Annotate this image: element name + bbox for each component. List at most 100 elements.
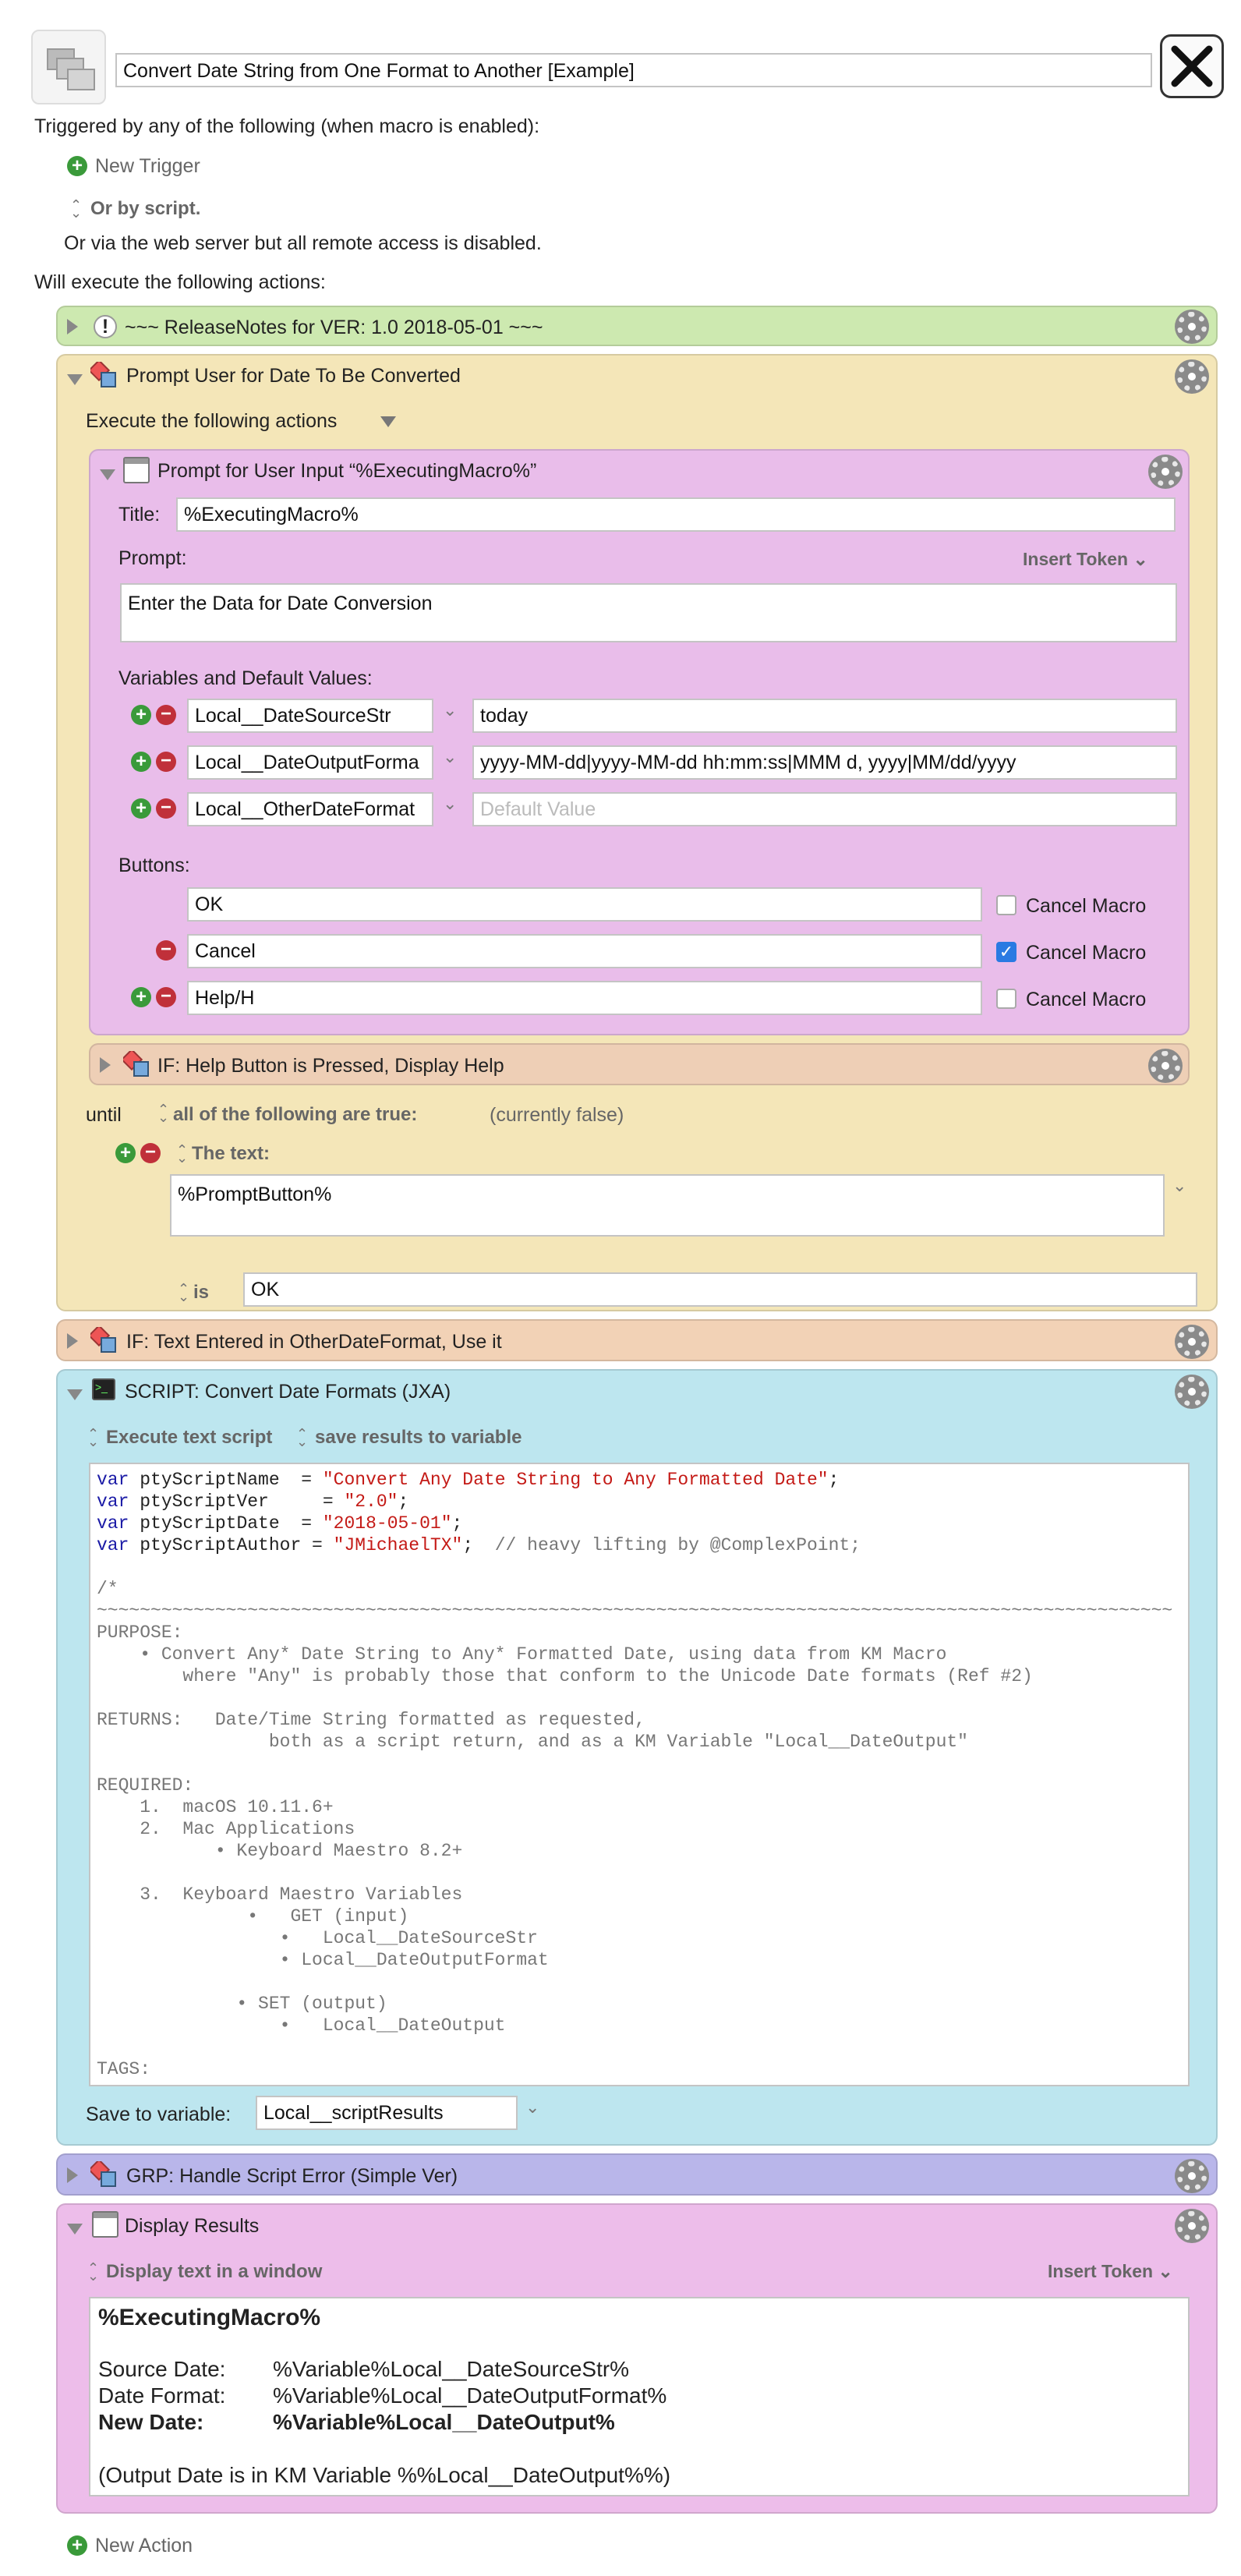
condition-status: (currently false) bbox=[490, 1104, 624, 1126]
expand-triangle-icon[interactable] bbox=[67, 1333, 78, 1349]
chevron-down-icon[interactable]: ⌄ bbox=[443, 794, 457, 814]
add-variable-plus-icon[interactable]: + bbox=[131, 705, 151, 725]
insert-token-button[interactable]: Insert Token ⌄ bbox=[1048, 2261, 1173, 2282]
remove-variable-minus-icon[interactable]: − bbox=[156, 705, 176, 725]
condition-popup[interactable]: all of the following are true: bbox=[173, 1104, 417, 1126]
add-button-plus-icon[interactable]: + bbox=[131, 987, 151, 1007]
code-token: • Local__DateSourceStr bbox=[97, 1928, 538, 1948]
gear-icon[interactable] bbox=[1177, 362, 1207, 391]
code-token: // heavy lifting by @ComplexPoint; bbox=[494, 1535, 861, 1555]
variable-name-input[interactable]: Local__DateOutputForma bbox=[187, 745, 433, 780]
prompt-label: Prompt: bbox=[118, 547, 187, 569]
cancel-macro-checkbox[interactable]: ✓ bbox=[996, 942, 1016, 962]
prompt-textarea[interactable]: Enter the Data for Date Conversion bbox=[120, 583, 1177, 642]
display-results-action[interactable]: Display Results ⌃ ⌄ Display text in a win… bbox=[56, 2203, 1218, 2514]
save-mode-updown-icon[interactable]: ⌃ ⌄ bbox=[296, 1427, 308, 1449]
remove-button-minus-icon[interactable]: − bbox=[156, 987, 176, 1007]
button-name-input[interactable]: OK bbox=[187, 887, 982, 922]
new-action-plus-icon[interactable]: + bbox=[67, 2535, 87, 2556]
close-icon bbox=[1171, 45, 1213, 87]
insert-token-label: Insert Token bbox=[1023, 549, 1129, 569]
gear-icon[interactable] bbox=[1177, 1327, 1207, 1357]
variable-name-input[interactable]: Local__DateSourceStr bbox=[187, 699, 433, 733]
gear-icon[interactable] bbox=[1177, 312, 1207, 341]
display-row-value: %Variable%Local__DateOutputFormat% bbox=[273, 2383, 667, 2408]
execute-text-script-popup[interactable]: Execute text script bbox=[106, 1427, 272, 1449]
gear-icon[interactable] bbox=[1151, 1051, 1180, 1081]
chevron-down-icon[interactable]: ⌄ bbox=[443, 747, 457, 767]
close-button[interactable] bbox=[1160, 34, 1224, 98]
cancel-macro-checkbox[interactable] bbox=[996, 989, 1016, 1009]
the-text-popup[interactable]: The text: bbox=[192, 1143, 270, 1165]
insert-token-button[interactable]: Insert Token ⌄ bbox=[1023, 549, 1148, 570]
display-mode-popup[interactable]: Display text in a window bbox=[106, 2261, 322, 2283]
save-variable-input[interactable]: Local__scriptResults bbox=[256, 2096, 518, 2130]
cancel-macro-label: Cancel Macro bbox=[1026, 895, 1147, 917]
code-token: ; bbox=[462, 1535, 495, 1555]
grp-label: GRP: Handle Script Error (Simple Ver) bbox=[126, 2165, 458, 2187]
chevron-down-icon[interactable]: ⌄ bbox=[443, 700, 457, 720]
script-editor[interactable]: var ptyScriptName = "Convert Any Date St… bbox=[89, 1463, 1190, 2086]
button-name-input[interactable]: Cancel bbox=[187, 934, 982, 968]
new-trigger-button[interactable]: New Trigger bbox=[95, 155, 200, 178]
display-note: (Output Date is in KM Variable %%Local__… bbox=[98, 2463, 671, 2487]
the-text-updown-icon[interactable]: ⌃ ⌄ bbox=[176, 1143, 188, 1165]
collapse-triangle-icon[interactable] bbox=[67, 1389, 83, 1400]
add-variable-plus-icon[interactable]: + bbox=[131, 798, 151, 819]
is-updown-icon[interactable]: ⌃ ⌄ bbox=[178, 1282, 189, 1304]
variable-name-input[interactable]: Local__OtherDateFormat bbox=[187, 792, 433, 826]
remove-condition-minus-icon[interactable]: − bbox=[140, 1143, 161, 1163]
if-other-action[interactable]: IF: Text Entered in OtherDateFormat, Use… bbox=[56, 1319, 1218, 1361]
macro-title-input[interactable]: Convert Date String from One Format to A… bbox=[115, 53, 1152, 87]
grp-action[interactable]: GRP: Handle Script Error (Simple Ver) bbox=[56, 2153, 1218, 2196]
if-help-action[interactable]: IF: Help Button is Pressed, Display Help bbox=[89, 1043, 1190, 1085]
code-line: where "Any" is probably those that confo… bbox=[97, 1665, 1182, 1687]
gear-icon[interactable] bbox=[1151, 457, 1180, 487]
variable-default-input[interactable]: yyyy-MM-dd|yyyy-MM-dd hh:mm:ss|MMM d, yy… bbox=[472, 745, 1177, 780]
add-condition-plus-icon[interactable]: + bbox=[115, 1143, 136, 1163]
gear-icon[interactable] bbox=[1177, 1377, 1207, 1407]
display-row-key: Source Date: bbox=[98, 2357, 226, 2381]
new-trigger-plus-icon[interactable]: + bbox=[67, 156, 87, 176]
code-token: • Convert Any* Date String to Any* Forma… bbox=[97, 1644, 947, 1665]
gear-icon[interactable] bbox=[1177, 2211, 1207, 2241]
execute-updown-icon[interactable]: ⌃ ⌄ bbox=[87, 1427, 99, 1449]
cancel-macro-checkbox[interactable] bbox=[996, 895, 1016, 915]
collapse-triangle-icon[interactable] bbox=[100, 469, 115, 480]
is-popup[interactable]: is bbox=[193, 1282, 209, 1304]
collapse-triangle-icon[interactable] bbox=[67, 2224, 83, 2235]
variable-default-input[interactable]: Default Value bbox=[472, 792, 1177, 826]
button-name-input[interactable]: Help/H bbox=[187, 981, 982, 1015]
code-token: ~~~~~~~~~~~~~~~~~~~~~~~~~~~~~~~~~~~~~~~~… bbox=[97, 1601, 1173, 1621]
or-script-updown-icon[interactable]: ⌃ ⌄ bbox=[70, 198, 82, 220]
chevron-down-icon[interactable]: ⌄ bbox=[1172, 1176, 1186, 1196]
remove-button-minus-icon[interactable]: − bbox=[156, 940, 176, 961]
prompt-group-action[interactable]: Prompt User for Date To Be Converted Exe… bbox=[56, 354, 1218, 1311]
remove-variable-minus-icon[interactable]: − bbox=[156, 798, 176, 819]
variable-default-input[interactable]: today bbox=[472, 699, 1177, 733]
new-action-button[interactable]: New Action bbox=[95, 2535, 193, 2557]
expand-triangle-icon[interactable] bbox=[67, 319, 78, 334]
expand-triangle-icon[interactable] bbox=[67, 2167, 78, 2183]
or-by-script-popup[interactable]: Or by script. bbox=[90, 198, 200, 220]
code-line: PURPOSE: bbox=[97, 1622, 1182, 1644]
prompt-input-action[interactable]: Prompt for User Input “%ExecutingMacro%”… bbox=[89, 449, 1190, 1035]
save-results-popup[interactable]: save results to variable bbox=[315, 1427, 522, 1449]
release-notes-action[interactable]: ! ~~~ ReleaseNotes for VER: 1.0 2018-05-… bbox=[56, 306, 1218, 346]
chevron-down-icon[interactable]: ⌄ bbox=[525, 2097, 539, 2118]
remove-variable-minus-icon[interactable]: − bbox=[156, 752, 176, 772]
title-input[interactable]: %ExecutingMacro% bbox=[176, 497, 1176, 532]
execute-dropdown-icon[interactable] bbox=[380, 416, 396, 427]
condition-updown-icon[interactable]: ⌃ ⌄ bbox=[157, 1102, 169, 1124]
display-text-editor[interactable]: %ExecutingMacro% Source Date: %Variable%L… bbox=[89, 2297, 1190, 2496]
collapse-triangle-icon[interactable] bbox=[67, 374, 83, 385]
execute-following-label[interactable]: Execute the following actions bbox=[86, 410, 337, 433]
code-line: var ptyScriptDate = "2018-05-01"; bbox=[97, 1513, 1182, 1534]
gear-icon[interactable] bbox=[1177, 2161, 1207, 2191]
is-value-input[interactable]: OK bbox=[243, 1272, 1197, 1307]
condition-text-input[interactable]: %PromptButton% bbox=[170, 1174, 1165, 1237]
display-mode-updown-icon[interactable]: ⌃ ⌄ bbox=[87, 2261, 99, 2283]
add-variable-plus-icon[interactable]: + bbox=[131, 752, 151, 772]
expand-triangle-icon[interactable] bbox=[100, 1057, 111, 1073]
script-action[interactable]: >_ SCRIPT: Convert Date Formats (JXA) ⌃ ⌄… bbox=[56, 1369, 1218, 2146]
